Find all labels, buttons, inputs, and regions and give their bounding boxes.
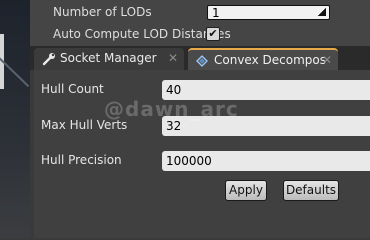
close-icon[interactable]: ✕ bbox=[322, 53, 332, 67]
tab-bar: Socket Manager ✕ Convex Decompos ✕ bbox=[30, 46, 370, 70]
convex-hull-icon bbox=[196, 55, 208, 67]
checkmark-icon: ✔ bbox=[208, 27, 218, 40]
tab-socket-manager[interactable]: Socket Manager ✕ bbox=[34, 48, 184, 70]
num-lods-value: 1 bbox=[212, 6, 220, 20]
num-lods-input[interactable]: 1 bbox=[207, 5, 330, 20]
tab-socket-manager-label: Socket Manager bbox=[60, 51, 157, 65]
details-panel: Number of LODs 1 Auto Compute LOD Distan… bbox=[30, 0, 370, 46]
apply-button[interactable]: Apply bbox=[225, 180, 267, 201]
hull-count-label: Hull Count bbox=[41, 82, 104, 96]
close-icon[interactable]: ✕ bbox=[168, 51, 178, 65]
auto-compute-row: Auto Compute LOD Distances ✔ bbox=[30, 23, 370, 46]
tab-convex-label: Convex Decompos bbox=[214, 53, 326, 67]
watermark: @dawn_arc bbox=[104, 97, 239, 121]
hull-precision-label: Hull Precision bbox=[41, 153, 122, 167]
wrench-icon bbox=[42, 53, 55, 66]
hull-precision-row: Hull Precision 100000 bbox=[34, 141, 370, 177]
num-lods-row: Number of LODs 1 bbox=[30, 1, 370, 24]
tab-convex-decomposition[interactable]: Convex Decompos ✕ bbox=[188, 48, 338, 70]
convex-decomposition-panel: Hull Count 40 Max Hull Verts 32 Hull Pre… bbox=[34, 70, 370, 238]
hull-precision-input[interactable]: 100000 bbox=[162, 151, 370, 171]
auto-compute-label: Auto Compute LOD Distances bbox=[53, 27, 231, 41]
viewport-edge bbox=[0, 0, 30, 238]
defaults-button[interactable]: Defaults bbox=[283, 180, 339, 201]
num-lods-label: Number of LODs bbox=[53, 5, 152, 19]
viewport-line bbox=[0, 52, 30, 88]
resize-grip-icon bbox=[318, 8, 326, 16]
auto-compute-checkbox[interactable]: ✔ bbox=[206, 27, 220, 41]
